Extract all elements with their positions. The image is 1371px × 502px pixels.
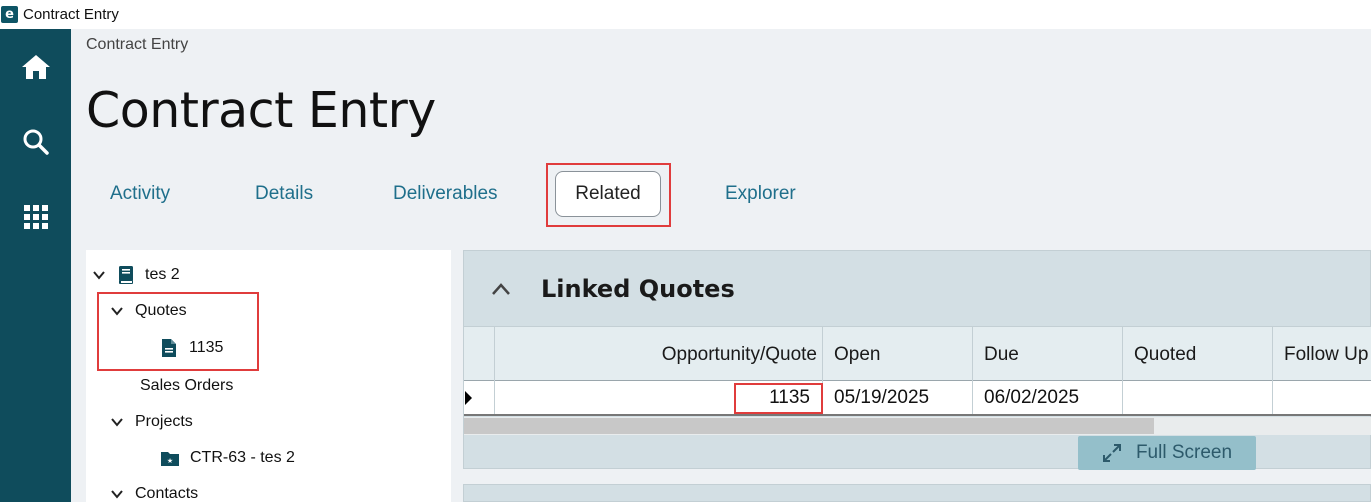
window-title: Contract Entry — [23, 6, 119, 23]
tree-sales-orders-label: Sales Orders — [140, 377, 234, 394]
svg-text:★: ★ — [167, 457, 173, 465]
tree-project-item[interactable]: ★ CTR-63 - tes 2 — [160, 449, 295, 467]
tab-deliverables[interactable]: Deliverables — [393, 183, 498, 205]
tree-contacts[interactable]: Contacts — [111, 485, 198, 502]
cell-open[interactable]: 05/19/2025 — [822, 381, 972, 414]
tree-contacts-label: Contacts — [135, 485, 199, 502]
next-section-panel — [463, 484, 1371, 502]
column-header-opportunity-quote[interactable]: Opportunity/Quote — [494, 327, 822, 382]
quotes-highlight — [97, 292, 259, 371]
page-title: Contract Entry — [86, 82, 436, 139]
app-logo: e — [1, 6, 18, 23]
window-titlebar: e Contract Entry — [0, 0, 1371, 29]
scrollbar-thumb[interactable] — [464, 418, 1154, 434]
quote-cell-highlight — [734, 383, 823, 414]
grid-header-row: Opportunity/Quote Open Due Quoted Follow… — [464, 326, 1371, 382]
chevron-down-icon[interactable] — [111, 416, 123, 428]
tree-project-label: CTR-63 - tes 2 — [190, 449, 295, 466]
full-screen-button[interactable]: Full Screen — [1078, 436, 1256, 470]
related-tree-panel: tes 2 Quotes 1135 Sales Orders Projects … — [86, 250, 451, 502]
breadcrumb[interactable]: Contract Entry — [86, 36, 188, 54]
home-icon[interactable] — [0, 47, 71, 87]
project-folder-icon: ★ — [161, 451, 179, 466]
search-icon[interactable] — [0, 122, 71, 162]
cell-follow-up[interactable] — [1272, 381, 1371, 414]
tab-activity[interactable]: Activity — [110, 183, 170, 205]
current-row-arrow-icon — [465, 390, 472, 405]
expand-icon — [1102, 444, 1121, 462]
tree-root[interactable]: tes 2 — [93, 265, 180, 285]
column-header-follow-up[interactable]: Follow Up — [1272, 327, 1371, 382]
tab-related[interactable]: Related — [555, 171, 661, 217]
tree-projects-label: Projects — [135, 413, 193, 430]
chevron-up-icon[interactable] — [491, 282, 511, 296]
chevron-down-icon[interactable] — [93, 269, 105, 281]
cell-due[interactable]: 06/02/2025 — [972, 381, 1122, 414]
book-icon — [119, 266, 133, 284]
cell-quoted[interactable] — [1122, 381, 1272, 414]
chevron-down-icon[interactable] — [111, 488, 123, 500]
table-row[interactable]: 1135 05/19/2025 06/02/2025 — [464, 381, 1371, 416]
tab-explorer[interactable]: Explorer — [725, 183, 796, 205]
horizontal-scrollbar[interactable] — [464, 417, 1371, 435]
left-nav — [0, 29, 71, 502]
tree-sales-orders[interactable]: Sales Orders — [140, 377, 233, 395]
full-screen-label: Full Screen — [1135, 442, 1233, 463]
apps-grid-icon[interactable] — [0, 197, 71, 237]
row-indicator — [464, 381, 494, 414]
app-logo-letter: e — [5, 7, 14, 22]
linked-quotes-title: Linked Quotes — [541, 275, 735, 303]
tree-projects[interactable]: Projects — [111, 413, 193, 431]
column-header-quoted[interactable]: Quoted — [1122, 327, 1272, 382]
linked-quotes-header: Linked Quotes — [464, 251, 1371, 326]
tree-root-label: tes 2 — [145, 266, 180, 283]
tab-details[interactable]: Details — [255, 183, 313, 205]
linked-quotes-panel: Linked Quotes Opportunity/Quote Open Due… — [463, 250, 1371, 470]
column-header-open[interactable]: Open — [822, 327, 972, 382]
row-indicator-header — [464, 327, 494, 382]
column-header-due[interactable]: Due — [972, 327, 1122, 382]
